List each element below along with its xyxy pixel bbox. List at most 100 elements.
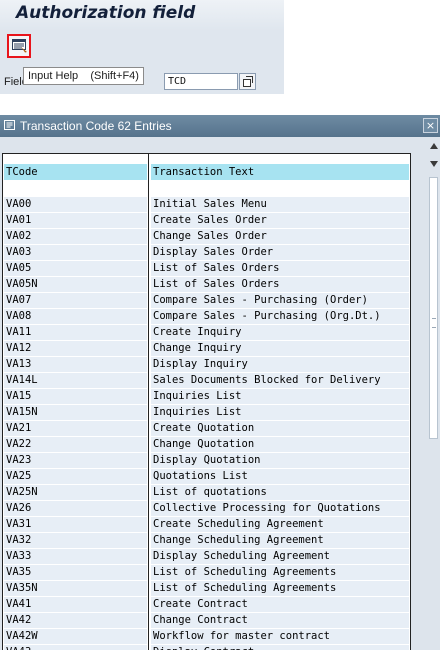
transaction-text-cell[interactable]: Create Sales Order — [151, 213, 409, 228]
transaction-text-cell[interactable]: List of Sales Orders — [151, 277, 409, 292]
transaction-text-cell[interactable]: Display Contract — [151, 645, 409, 650]
table-row[interactable]: VA22 Change Quotation — [3, 437, 410, 453]
scroll-grip — [432, 318, 436, 328]
tcode-cell[interactable]: VA07 — [4, 293, 147, 308]
tcode-cell[interactable]: VA05 — [4, 261, 147, 276]
table-row[interactable]: VA42W Workflow for master contract — [3, 629, 410, 645]
table-row[interactable]: VA13 Display Inquiry — [3, 357, 410, 373]
table-row[interactable]: VA35 List of Scheduling Agreements — [3, 565, 410, 581]
table-row[interactable]: VA00 Initial Sales Menu — [3, 197, 410, 213]
tcode-cell[interactable]: VA11 — [4, 325, 147, 340]
transaction-text-cell[interactable]: Sales Documents Blocked for Delivery — [151, 373, 409, 388]
table-row[interactable]: VA14L Sales Documents Blocked for Deliver… — [3, 373, 410, 389]
table-row[interactable]: VA07 Compare Sales - Purchasing (Order) — [3, 293, 410, 309]
tcode-cell[interactable]: VA08 — [4, 309, 147, 324]
tcode-cell[interactable]: VA12 — [4, 341, 147, 356]
table-row[interactable]: VA42 Change Contract — [3, 613, 410, 629]
transaction-text-cell[interactable]: Create Contract — [151, 597, 409, 612]
table-row[interactable]: VA02 Change Sales Order — [3, 229, 410, 245]
transaction-text-cell[interactable]: Compare Sales - Purchasing (Order) — [151, 293, 409, 308]
tcode-cell[interactable]: VA22 — [4, 437, 147, 452]
transaction-text-cell[interactable]: Display Inquiry — [151, 357, 409, 372]
tcode-cell[interactable]: VA15 — [4, 389, 147, 404]
transaction-text-cell[interactable]: Inquiries List — [151, 389, 409, 404]
close-icon[interactable]: × — [423, 118, 438, 133]
table-row[interactable]: VA32 Change Scheduling Agreement — [3, 533, 410, 549]
transaction-text-cell[interactable]: Workflow for master contract — [151, 629, 409, 644]
input-help-icon — [12, 39, 27, 53]
table-row[interactable]: VA12 Change Inquiry — [3, 341, 410, 357]
transaction-text-cell[interactable]: Change Inquiry — [151, 341, 409, 356]
tcode-cell[interactable]: VA01 — [4, 213, 147, 228]
tcode-cell[interactable]: VA13 — [4, 357, 147, 372]
vertical-scrollbar[interactable] — [428, 137, 440, 650]
transaction-text-cell[interactable]: Create Quotation — [151, 421, 409, 436]
transaction-text-cell[interactable]: Compare Sales - Purchasing (Org.Dt.) — [151, 309, 409, 324]
transaction-text-cell[interactable]: Create Scheduling Agreement — [151, 517, 409, 532]
table-row[interactable]: VA33 Display Scheduling Agreement — [3, 549, 410, 565]
transaction-text-cell[interactable]: Quotations List — [151, 469, 409, 484]
transaction-text-cell[interactable]: List of Sales Orders — [151, 261, 409, 276]
table-row[interactable]: VA08 Compare Sales - Purchasing (Org.Dt.) — [3, 309, 410, 325]
table-row[interactable]: VA35N List of Scheduling Agreements — [3, 581, 410, 597]
tcode-cell[interactable]: VA32 — [4, 533, 147, 548]
transaction-text-cell[interactable]: Change Quotation — [151, 437, 409, 452]
transaction-text-cell[interactable]: Change Contract — [151, 613, 409, 628]
transaction-text-cell[interactable]: Change Scheduling Agreement — [151, 533, 409, 548]
transaction-text-cell[interactable]: Display Sales Order — [151, 245, 409, 260]
tcode-cell[interactable]: VA25 — [4, 469, 147, 484]
column-header-transaction-text[interactable]: Transaction Text — [151, 164, 409, 180]
tcode-cell[interactable]: VA35 — [4, 565, 147, 580]
transaction-text-cell[interactable]: Create Inquiry — [151, 325, 409, 340]
tcode-cell[interactable]: VA00 — [4, 197, 147, 212]
table-row[interactable]: VA15N Inquiries List — [3, 405, 410, 421]
tcode-cell[interactable]: VA25N — [4, 485, 147, 500]
tcode-cell[interactable]: VA05N — [4, 277, 147, 292]
tcode-cell[interactable]: VA35N — [4, 581, 147, 596]
transaction-text-cell[interactable]: Change Sales Order — [151, 229, 409, 244]
tcode-cell[interactable]: VA23 — [4, 453, 147, 468]
tcode-cell[interactable]: VA43 — [4, 645, 147, 650]
value-help-icon[interactable] — [239, 73, 256, 90]
tcode-cell[interactable]: VA21 — [4, 421, 147, 436]
table-row[interactable]: VA25N List of quotations — [3, 485, 410, 501]
tcode-cell[interactable]: VA41 — [4, 597, 147, 612]
input-help-button[interactable] — [7, 34, 31, 58]
tcode-cell[interactable]: VA14L — [4, 373, 147, 388]
dialog-title-bar[interactable]: Transaction Code 62 Entries × — [0, 115, 440, 137]
scroll-thumb[interactable] — [429, 177, 438, 439]
table-row[interactable]: VA05 List of Sales Orders — [3, 261, 410, 277]
transaction-text-cell[interactable]: Display Quotation — [151, 453, 409, 468]
transaction-text-cell[interactable]: Display Scheduling Agreement — [151, 549, 409, 564]
transaction-text-cell[interactable]: List of Scheduling Agreements — [151, 565, 409, 580]
table-row[interactable]: VA03 Display Sales Order — [3, 245, 410, 261]
tcode-cell[interactable]: VA15N — [4, 405, 147, 420]
scroll-up-icon[interactable] — [430, 143, 438, 149]
table-row[interactable]: VA15 Inquiries List — [3, 389, 410, 405]
column-header-tcode[interactable]: TCode — [4, 164, 147, 180]
transaction-text-cell[interactable]: Initial Sales Menu — [151, 197, 409, 212]
table-row[interactable]: VA05N List of Sales Orders — [3, 277, 410, 293]
table-row[interactable]: VA41 Create Contract — [3, 597, 410, 613]
field-name-input[interactable]: TCD — [164, 73, 238, 90]
tcode-cell[interactable]: VA42 — [4, 613, 147, 628]
tcode-cell[interactable]: VA02 — [4, 229, 147, 244]
table-row[interactable]: VA26 Collective Processing for Quotations — [3, 501, 410, 517]
scroll-down-icon[interactable] — [430, 161, 438, 167]
table-row[interactable]: VA31 Create Scheduling Agreement — [3, 517, 410, 533]
tcode-cell[interactable]: VA42W — [4, 629, 147, 644]
tcode-cell[interactable]: VA03 — [4, 245, 147, 260]
tcode-cell[interactable]: VA31 — [4, 517, 147, 532]
table-row[interactable]: VA21 Create Quotation — [3, 421, 410, 437]
table-row[interactable]: VA01 Create Sales Order — [3, 213, 410, 229]
table-row[interactable]: VA11 Create Inquiry — [3, 325, 410, 341]
transaction-text-cell[interactable]: List of Scheduling Agreements — [151, 581, 409, 596]
table-row[interactable]: VA23 Display Quotation — [3, 453, 410, 469]
table-row[interactable]: VA25 Quotations List — [3, 469, 410, 485]
tcode-cell[interactable]: VA33 — [4, 549, 147, 564]
transaction-text-cell[interactable]: List of quotations — [151, 485, 409, 500]
table-row[interactable]: VA43 Display Contract — [3, 645, 410, 650]
transaction-text-cell[interactable]: Collective Processing for Quotations — [151, 501, 409, 516]
transaction-text-cell[interactable]: Inquiries List — [151, 405, 409, 420]
tcode-cell[interactable]: VA26 — [4, 501, 147, 516]
